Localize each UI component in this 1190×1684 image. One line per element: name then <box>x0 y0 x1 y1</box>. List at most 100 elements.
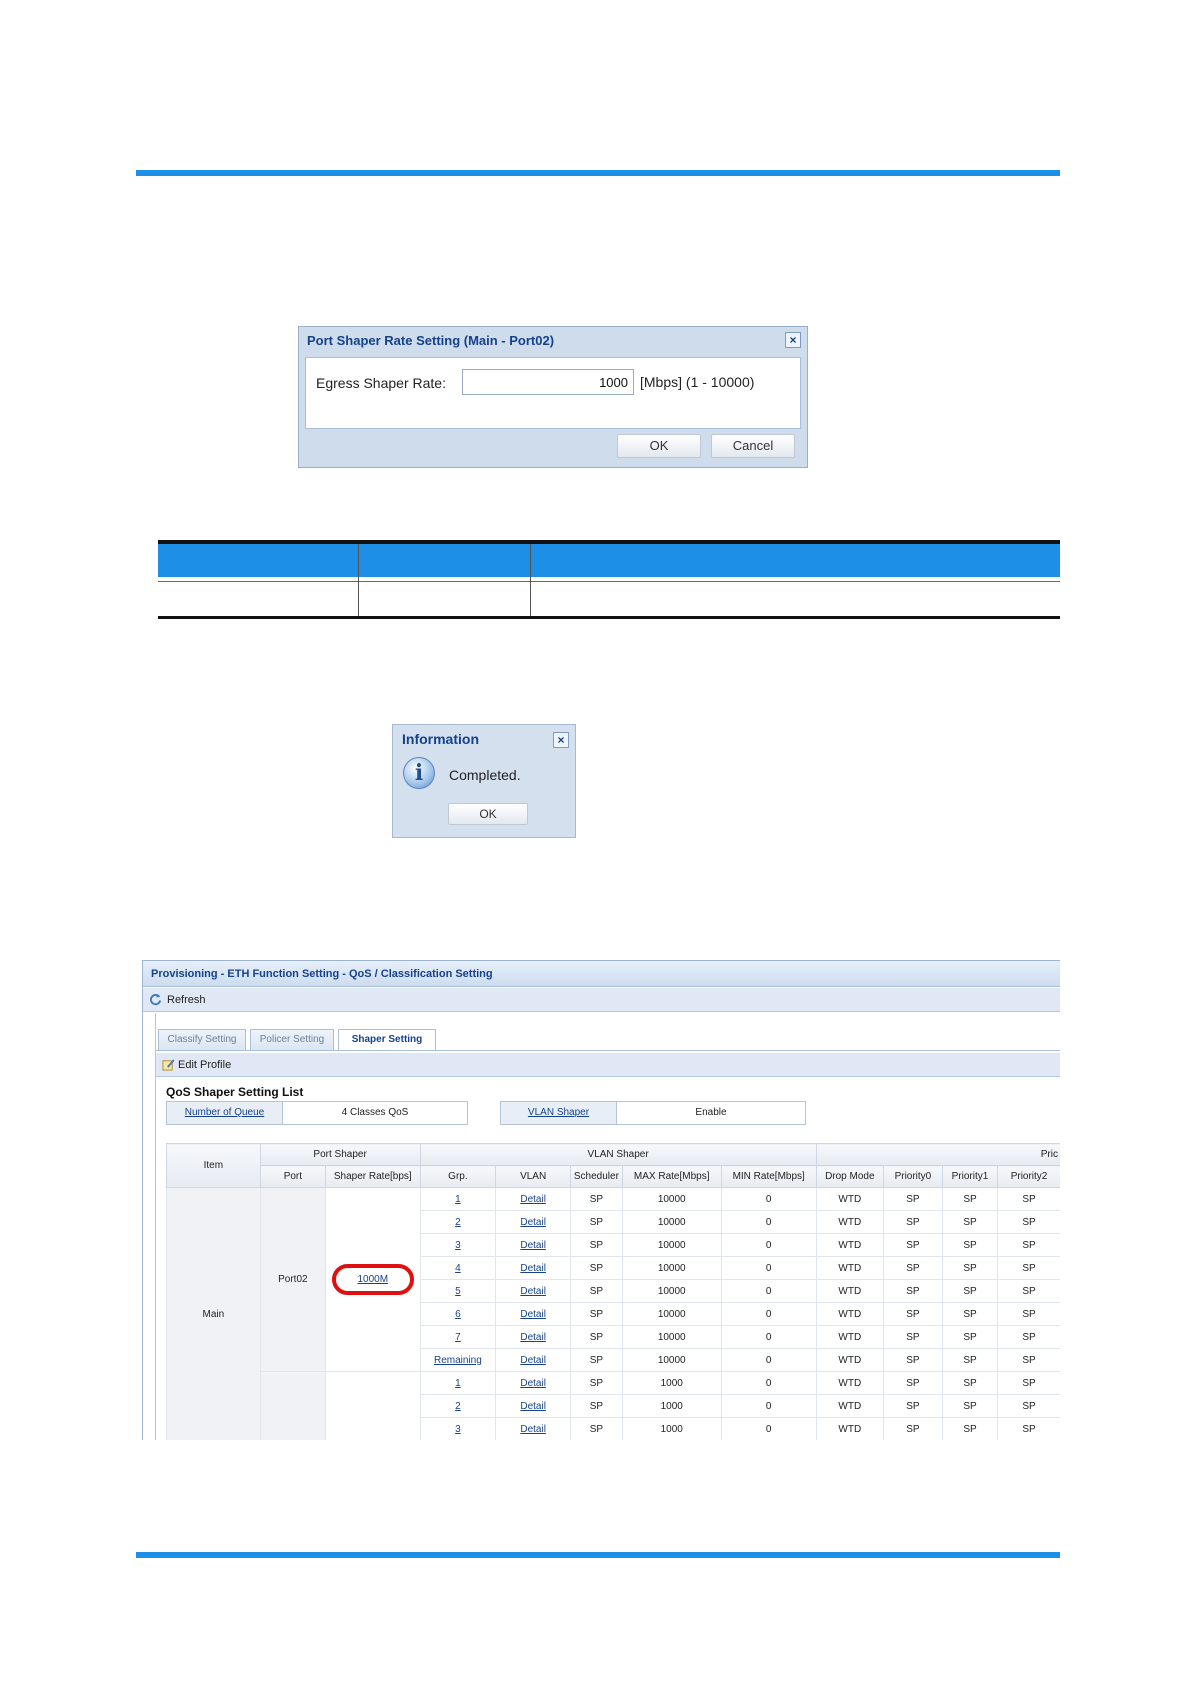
scheduler-cell: SP <box>570 1233 623 1257</box>
grp-cell[interactable]: Remaining <box>419 1348 497 1372</box>
vlan-cell[interactable]: Detail <box>495 1210 572 1234</box>
col-max-rate: MAX Rate[Mbps] <box>621 1165 722 1188</box>
info-ok-button[interactable]: OK <box>448 803 528 825</box>
blank-parameter-table <box>158 540 1060 620</box>
grp-link[interactable]: Remaining <box>434 1355 482 1366</box>
min-rate-cell: 0 <box>720 1210 817 1234</box>
grp-link[interactable]: 3 <box>455 1424 461 1435</box>
cancel-button[interactable]: Cancel <box>711 434 795 458</box>
priority0-cell: SP <box>882 1279 943 1303</box>
grp-link[interactable]: 3 <box>455 1240 461 1251</box>
ok-button[interactable]: OK <box>617 434 701 458</box>
vlan-detail-link[interactable]: Detail <box>520 1378 546 1389</box>
grp-link[interactable]: 4 <box>455 1263 461 1274</box>
edit-profile-icon[interactable] <box>162 1058 175 1071</box>
tab-policer-setting[interactable]: Policer Setting <box>250 1029 334 1050</box>
grp-cell[interactable]: 6 <box>419 1302 497 1326</box>
priority2-cell: SP <box>997 1233 1060 1257</box>
vlan-detail-link[interactable]: Detail <box>520 1424 546 1435</box>
vlan-detail-link[interactable]: Detail <box>520 1194 546 1205</box>
priority0-cell: SP <box>882 1371 943 1395</box>
priority0-cell: SP <box>882 1210 943 1234</box>
vlan-cell[interactable]: Detail <box>495 1233 572 1257</box>
close-icon[interactable]: × <box>553 732 569 748</box>
drop-mode-cell: WTD <box>815 1279 884 1303</box>
vlan-cell[interactable]: Detail <box>495 1394 572 1418</box>
grp-link[interactable]: 7 <box>455 1332 461 1343</box>
table-row: Main Port02 1000M 1 Detail SP 10000 0 WTD SP SP SP <box>166 1187 1060 1440</box>
grp-cell[interactable]: 1 <box>419 1371 497 1395</box>
shaper-rate-link[interactable]: 1000M <box>358 1274 389 1285</box>
grp-link[interactable]: 6 <box>455 1309 461 1320</box>
refresh-icon[interactable] <box>149 993 162 1006</box>
max-rate-cell: 1000 <box>621 1371 722 1395</box>
max-rate-cell: 10000 <box>621 1187 722 1211</box>
close-icon[interactable]: × <box>785 332 801 348</box>
info-message: Completed. <box>449 767 521 783</box>
vlan-cell[interactable]: Detail <box>495 1325 572 1349</box>
number-of-queue-field: Number of Queue 4 Classes QoS <box>166 1101 468 1125</box>
grp-link[interactable]: 1 <box>455 1194 461 1205</box>
max-rate-cell: 10000 <box>621 1279 722 1303</box>
grp-cell[interactable]: 7 <box>419 1325 497 1349</box>
vlan-shaper-link[interactable]: VLAN Shaper <box>501 1102 617 1124</box>
grp-cell[interactable]: 3 <box>419 1417 497 1440</box>
drop-mode-cell: WTD <box>815 1187 884 1211</box>
max-rate-cell: 10000 <box>621 1210 722 1234</box>
priority1-cell: SP <box>941 1256 999 1280</box>
tab-strip-line <box>156 1050 1060 1051</box>
scheduler-cell: SP <box>570 1417 623 1440</box>
number-of-queue-value: 4 Classes QoS <box>341 1107 409 1118</box>
vlan-cell[interactable]: Detail <box>495 1187 572 1211</box>
grp-cell[interactable]: 3 <box>419 1233 497 1257</box>
number-of-queue-link[interactable]: Number of Queue <box>167 1102 283 1124</box>
vlan-cell[interactable]: Detail <box>495 1302 572 1326</box>
port-cell-empty <box>259 1371 327 1440</box>
vlan-detail-link[interactable]: Detail <box>520 1332 546 1343</box>
tab-classify-setting[interactable]: Classify Setting <box>158 1029 246 1050</box>
vlan-cell[interactable]: Detail <box>495 1348 572 1372</box>
max-rate-cell: 10000 <box>621 1256 722 1280</box>
tab-shaper-setting[interactable]: Shaper Setting <box>338 1029 436 1051</box>
grp-cell[interactable]: 1 <box>419 1187 497 1211</box>
priority0-cell: SP <box>882 1348 943 1372</box>
vlan-detail-link[interactable]: Detail <box>520 1309 546 1320</box>
vlan-detail-link[interactable]: Detail <box>520 1217 546 1228</box>
info-icon: i <box>403 757 435 789</box>
grp-cell[interactable]: 5 <box>419 1279 497 1303</box>
drop-mode-cell: WTD <box>815 1371 884 1395</box>
max-rate-cell: 10000 <box>621 1302 722 1326</box>
vlan-detail-link[interactable]: Detail <box>520 1355 546 1366</box>
vlan-detail-link[interactable]: Detail <box>520 1401 546 1412</box>
scheduler-cell: SP <box>570 1348 623 1372</box>
grp-cell[interactable]: 2 <box>419 1394 497 1418</box>
grp-link[interactable]: 1 <box>455 1378 461 1389</box>
egress-shaper-rate-input[interactable] <box>462 369 634 395</box>
scheduler-cell: SP <box>570 1279 623 1303</box>
grp-link[interactable]: 2 <box>455 1217 461 1228</box>
min-rate-cell: 0 <box>720 1187 817 1211</box>
port-shaper-dialog: Port Shaper Rate Setting (Main - Port02)… <box>298 326 808 468</box>
priority2-cell: SP <box>997 1371 1060 1395</box>
vlan-detail-link[interactable]: Detail <box>520 1240 546 1251</box>
priority0-cell: SP <box>882 1302 943 1326</box>
edit-profile-button[interactable]: Edit Profile <box>178 1059 231 1071</box>
priority1-cell: SP <box>941 1279 999 1303</box>
qos-shaper-table: Item Port Shaper VLAN Shaper Pric Port S… <box>166 1143 1060 1440</box>
vlan-detail-link[interactable]: Detail <box>520 1286 546 1297</box>
priority1-cell: SP <box>941 1348 999 1372</box>
vlan-detail-link[interactable]: Detail <box>520 1263 546 1274</box>
vlan-cell[interactable]: Detail <box>495 1371 572 1395</box>
scheduler-cell: SP <box>570 1256 623 1280</box>
refresh-button[interactable]: Refresh <box>167 994 206 1006</box>
priority2-cell: SP <box>997 1210 1060 1234</box>
grp-cell[interactable]: 4 <box>419 1256 497 1280</box>
vlan-cell[interactable]: Detail <box>495 1256 572 1280</box>
vlan-cell[interactable]: Detail <box>495 1417 572 1440</box>
grp-link[interactable]: 2 <box>455 1401 461 1412</box>
vlan-cell[interactable]: Detail <box>495 1279 572 1303</box>
grp-cell[interactable]: 2 <box>419 1210 497 1234</box>
grp-link[interactable]: 5 <box>455 1286 461 1297</box>
min-rate-cell: 0 <box>720 1348 817 1372</box>
vlan-shaper-value: Enable <box>695 1107 727 1118</box>
